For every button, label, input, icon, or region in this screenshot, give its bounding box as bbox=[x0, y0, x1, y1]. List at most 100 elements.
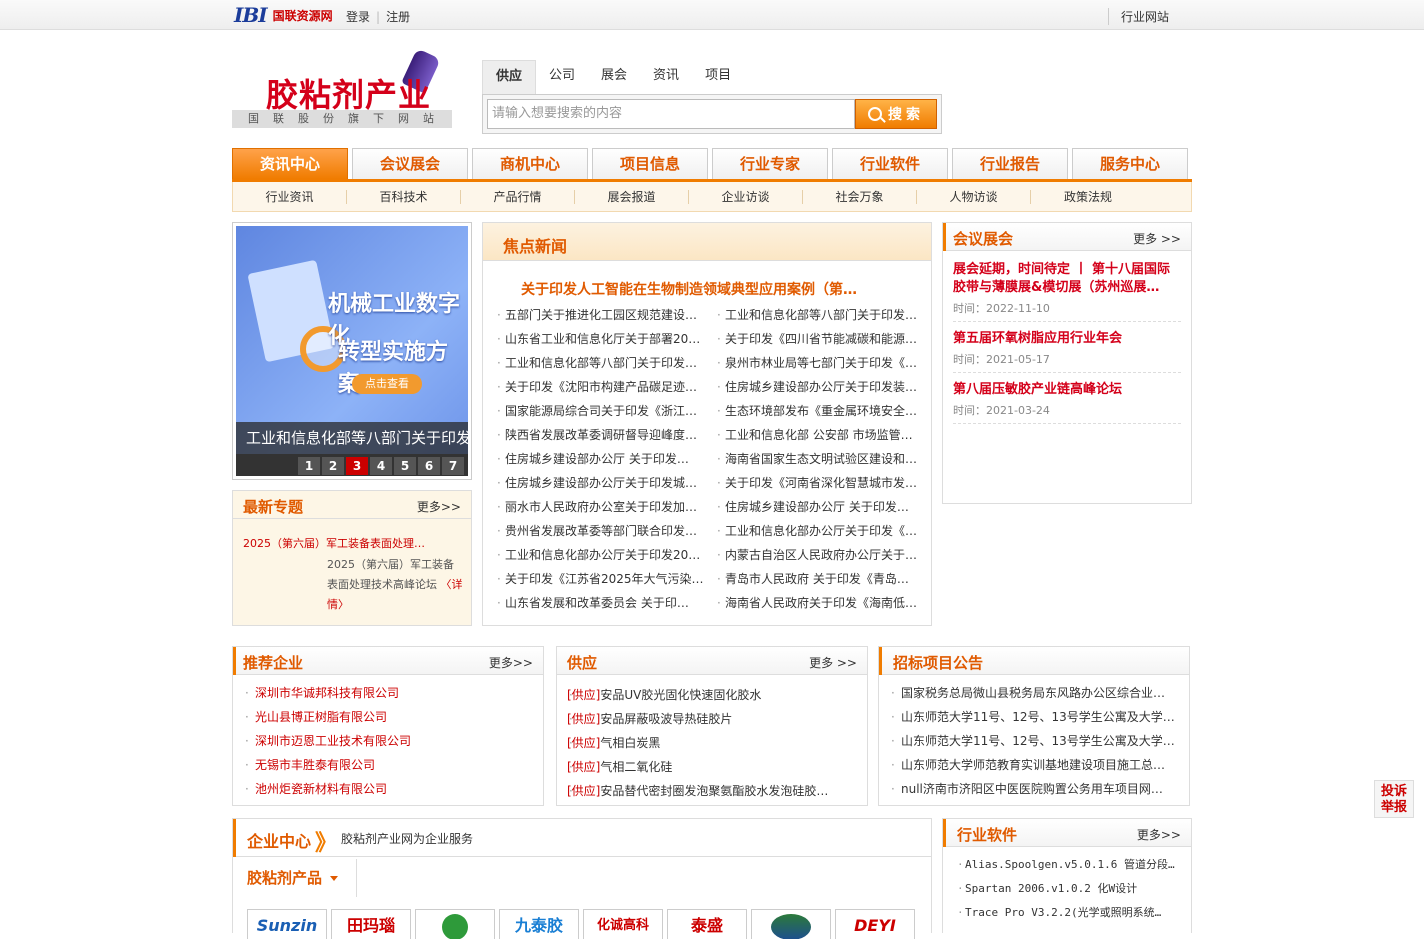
supply-item[interactable]: [供应]安品屏蔽吸波导热硅胶片 bbox=[557, 707, 867, 731]
company-logo[interactable]: 泰盛 bbox=[667, 909, 747, 939]
list-item[interactable]: 工业和信息化部等八部门关于印发… bbox=[497, 356, 697, 370]
slide-dot-2[interactable]: 2 bbox=[322, 457, 344, 475]
company-logo[interactable] bbox=[415, 909, 495, 939]
search-tab-news[interactable]: 资讯 bbox=[640, 60, 692, 94]
slide-dot-3[interactable]: 3 bbox=[346, 457, 368, 475]
company-logo[interactable]: 田玛瑙 bbox=[331, 909, 411, 939]
list-item[interactable]: 内蒙古自治区人民政府办公厅关于… bbox=[717, 548, 917, 562]
slide-dot-1[interactable]: 1 bbox=[298, 457, 320, 475]
list-item[interactable]: 海南省国家生态文明试验区建设和… bbox=[717, 452, 917, 466]
search-tab-company[interactable]: 公司 bbox=[536, 60, 588, 94]
nav-meetings[interactable]: 会议展会 bbox=[352, 148, 468, 179]
list-item[interactable]: 工业和信息化部 公安部 市场监管… bbox=[717, 428, 913, 442]
bid-item[interactable]: 山东师范大学11号、12号、13号学生公寓及大学… bbox=[879, 729, 1189, 753]
search-button[interactable]: 搜索 bbox=[855, 99, 937, 129]
nav-projects[interactable]: 项目信息 bbox=[592, 148, 708, 179]
list-item[interactable]: 泉州市林业局等七部门关于印发《… bbox=[717, 356, 917, 370]
focus-headline[interactable]: 关于印发人工智能在生物制造领域典型应用案例（第… bbox=[521, 279, 901, 299]
tab-adhesive-products[interactable]: 胶粘剂产品 bbox=[233, 859, 357, 897]
nav-news-center[interactable]: 资讯中心 bbox=[232, 148, 348, 179]
slide-view-button[interactable]: 点击查看 bbox=[352, 374, 422, 394]
list-item[interactable]: 工业和信息化部等八部门关于印发… bbox=[717, 308, 917, 322]
supply-item[interactable]: [供应]气相白炭黑 bbox=[557, 731, 867, 755]
list-item[interactable]: 青岛市人民政府 关于印发《青岛… bbox=[717, 572, 909, 586]
more-link[interactable]: 更多 >> bbox=[809, 654, 857, 671]
login-link[interactable]: 登录 bbox=[346, 10, 370, 24]
nav-reports[interactable]: 行业报告 bbox=[952, 148, 1068, 179]
topic-lead-link[interactable]: 2025（第六届）军工装备表面处理… bbox=[243, 535, 425, 551]
company-link[interactable]: 无锡市丰胜泰有限公司 bbox=[233, 753, 543, 777]
list-item[interactable]: 关于印发《河南省深化智慧城市发… bbox=[717, 476, 917, 490]
bid-item[interactable]: null济南市济阳区中医医院购置公务用车项目网… bbox=[879, 777, 1189, 801]
company-logo[interactable]: 化诚高科 bbox=[583, 909, 663, 939]
company-link[interactable]: 池州炬瓷新材料有限公司 bbox=[233, 777, 543, 801]
subnav-policy[interactable]: 政策法规 bbox=[1031, 190, 1145, 204]
company-link[interactable]: 深圳市迈恩工业技术有限公司 bbox=[233, 729, 543, 753]
list-item[interactable]: 住房城乡建设部办公厅 关于印发… bbox=[497, 452, 689, 466]
slide-dot-7[interactable]: 7 bbox=[442, 457, 464, 475]
supply-item[interactable]: [供应]气相二氧化硅 bbox=[557, 755, 867, 779]
meeting-title[interactable]: 展会延期，时间待定 丨 第十八届国际胶带与薄膜展&模切展（苏州巡展… bbox=[953, 261, 1171, 297]
slide-dot-5[interactable]: 5 bbox=[394, 457, 416, 475]
meeting-title[interactable]: 第五届环氧树脂应用行业年会 bbox=[953, 330, 1171, 348]
company-logo[interactable]: DEYI bbox=[835, 909, 915, 939]
software-item[interactable]: Alias.Spoolgen.v5.0.1.6 管道分段… bbox=[943, 853, 1191, 877]
slide-caption[interactable]: 工业和信息化部等八部门关于印发 bbox=[236, 422, 468, 454]
subnav-industry-news[interactable]: 行业资讯 bbox=[233, 189, 347, 204]
list-item[interactable]: 住房城乡建设部办公厅关于印发城… bbox=[497, 476, 697, 490]
report-button[interactable]: 投诉举报 bbox=[1374, 780, 1414, 818]
slide-dot-4[interactable]: 4 bbox=[370, 457, 392, 475]
slide-dot-6[interactable]: 6 bbox=[418, 457, 440, 475]
search-input[interactable]: 请输入想要搜索的内容 bbox=[487, 99, 855, 129]
brand-logo[interactable]: 胶粘剂产业 国联股份旗下网站 bbox=[232, 48, 454, 128]
list-item[interactable]: 国家能源局综合司关于印发《浙江… bbox=[497, 404, 697, 418]
bid-item[interactable]: 山东师范大学师范教育实训基地建设项目施工总… bbox=[879, 753, 1189, 777]
more-link[interactable]: 更多 >> bbox=[1133, 230, 1181, 247]
list-item[interactable]: 山东省发展和改革委员会 关于印… bbox=[497, 596, 689, 610]
supply-item[interactable]: [供应]安品替代密封圈发泡聚氨酯胶水发泡硅胶… bbox=[557, 779, 867, 803]
company-logo[interactable]: Sunzin bbox=[247, 909, 327, 939]
list-item[interactable]: 山东省工业和信息化厅关于部署20… bbox=[497, 332, 700, 346]
list-item[interactable]: 海南省人民政府关于印发《海南低… bbox=[717, 596, 917, 610]
list-item[interactable]: 住房城乡建设部办公厅 关于印发… bbox=[717, 500, 909, 514]
company-link[interactable]: 光山县博正树脂有限公司 bbox=[233, 705, 543, 729]
subnav-people[interactable]: 人物访谈 bbox=[917, 189, 1031, 204]
nav-software[interactable]: 行业软件 bbox=[832, 148, 948, 179]
nav-service[interactable]: 服务中心 bbox=[1072, 148, 1188, 179]
list-item[interactable]: 工业和信息化部办公厅关于印发20… bbox=[497, 548, 700, 562]
list-item[interactable]: 关于印发《四川省节能减碳和能源… bbox=[717, 332, 917, 346]
list-item[interactable]: 五部门关于推进化工园区规范建设… bbox=[497, 308, 697, 322]
list-item[interactable]: 生态环境部发布《重金属环境安全… bbox=[717, 404, 917, 418]
software-item[interactable]: Spartan 2006.v1.0.2 化W设计 bbox=[943, 877, 1191, 901]
list-item[interactable]: 关于印发《江苏省2025年大气污染… bbox=[497, 572, 704, 586]
bid-item[interactable]: 国家税务总局微山县税务局东风路办公区综合业… bbox=[879, 681, 1189, 705]
list-item[interactable]: 丽水市人民政府办公室关于印发加… bbox=[497, 500, 697, 514]
subnav-interviews[interactable]: 企业访谈 bbox=[689, 189, 803, 204]
nav-experts[interactable]: 行业专家 bbox=[712, 148, 828, 179]
more-link[interactable]: 更多>> bbox=[417, 498, 461, 515]
company-logo[interactable]: 九泰胶 bbox=[499, 909, 579, 939]
list-item[interactable]: 工业和信息化部办公厅关于印发《… bbox=[717, 524, 917, 538]
company-link[interactable]: 深圳市华诚邦科技有限公司 bbox=[233, 681, 543, 705]
software-item[interactable]: Trace Pro V3.2.2(光学或照明系统… bbox=[943, 901, 1191, 925]
more-link[interactable]: 更多>> bbox=[489, 654, 533, 671]
slide-image[interactable]: 机械工业数字化 转型实施方案 点击查看 工业和信息化部等八部门关于印发 1 2 … bbox=[236, 226, 468, 476]
subnav-market[interactable]: 产品行情 bbox=[461, 189, 575, 204]
list-item[interactable]: 陕西省发展改革委调研督导迎峰度… bbox=[497, 428, 697, 442]
list-item[interactable]: 住房城乡建设部办公厅关于印发装… bbox=[717, 380, 917, 394]
search-tab-supply[interactable]: 供应 bbox=[482, 60, 537, 94]
list-item[interactable]: 关于印发《沈阳市构建产品碳足迹… bbox=[497, 380, 697, 394]
subnav-expo-report[interactable]: 展会报道 bbox=[575, 189, 689, 204]
supply-item[interactable]: [供应]安品UV胶光固化快速固化胶水 bbox=[557, 683, 867, 707]
subnav-society[interactable]: 社会万象 bbox=[803, 189, 917, 204]
search-tab-expo[interactable]: 展会 bbox=[588, 60, 640, 94]
site-logo[interactable]: IBI 国联资源网 bbox=[234, 3, 333, 27]
subnav-encyclopedia[interactable]: 百科技术 bbox=[347, 189, 461, 204]
nav-business[interactable]: 商机中心 bbox=[472, 148, 588, 179]
industry-sites-link[interactable]: 行业网站 bbox=[1108, 8, 1169, 25]
company-logo[interactable] bbox=[751, 909, 831, 939]
register-link[interactable]: 注册 bbox=[386, 10, 410, 24]
meeting-title[interactable]: 第八届压敏胶产业链高峰论坛 bbox=[953, 381, 1171, 399]
bid-item[interactable]: 山东师范大学11号、12号、13号学生公寓及大学… bbox=[879, 705, 1189, 729]
search-tab-project[interactable]: 项目 bbox=[692, 60, 744, 94]
